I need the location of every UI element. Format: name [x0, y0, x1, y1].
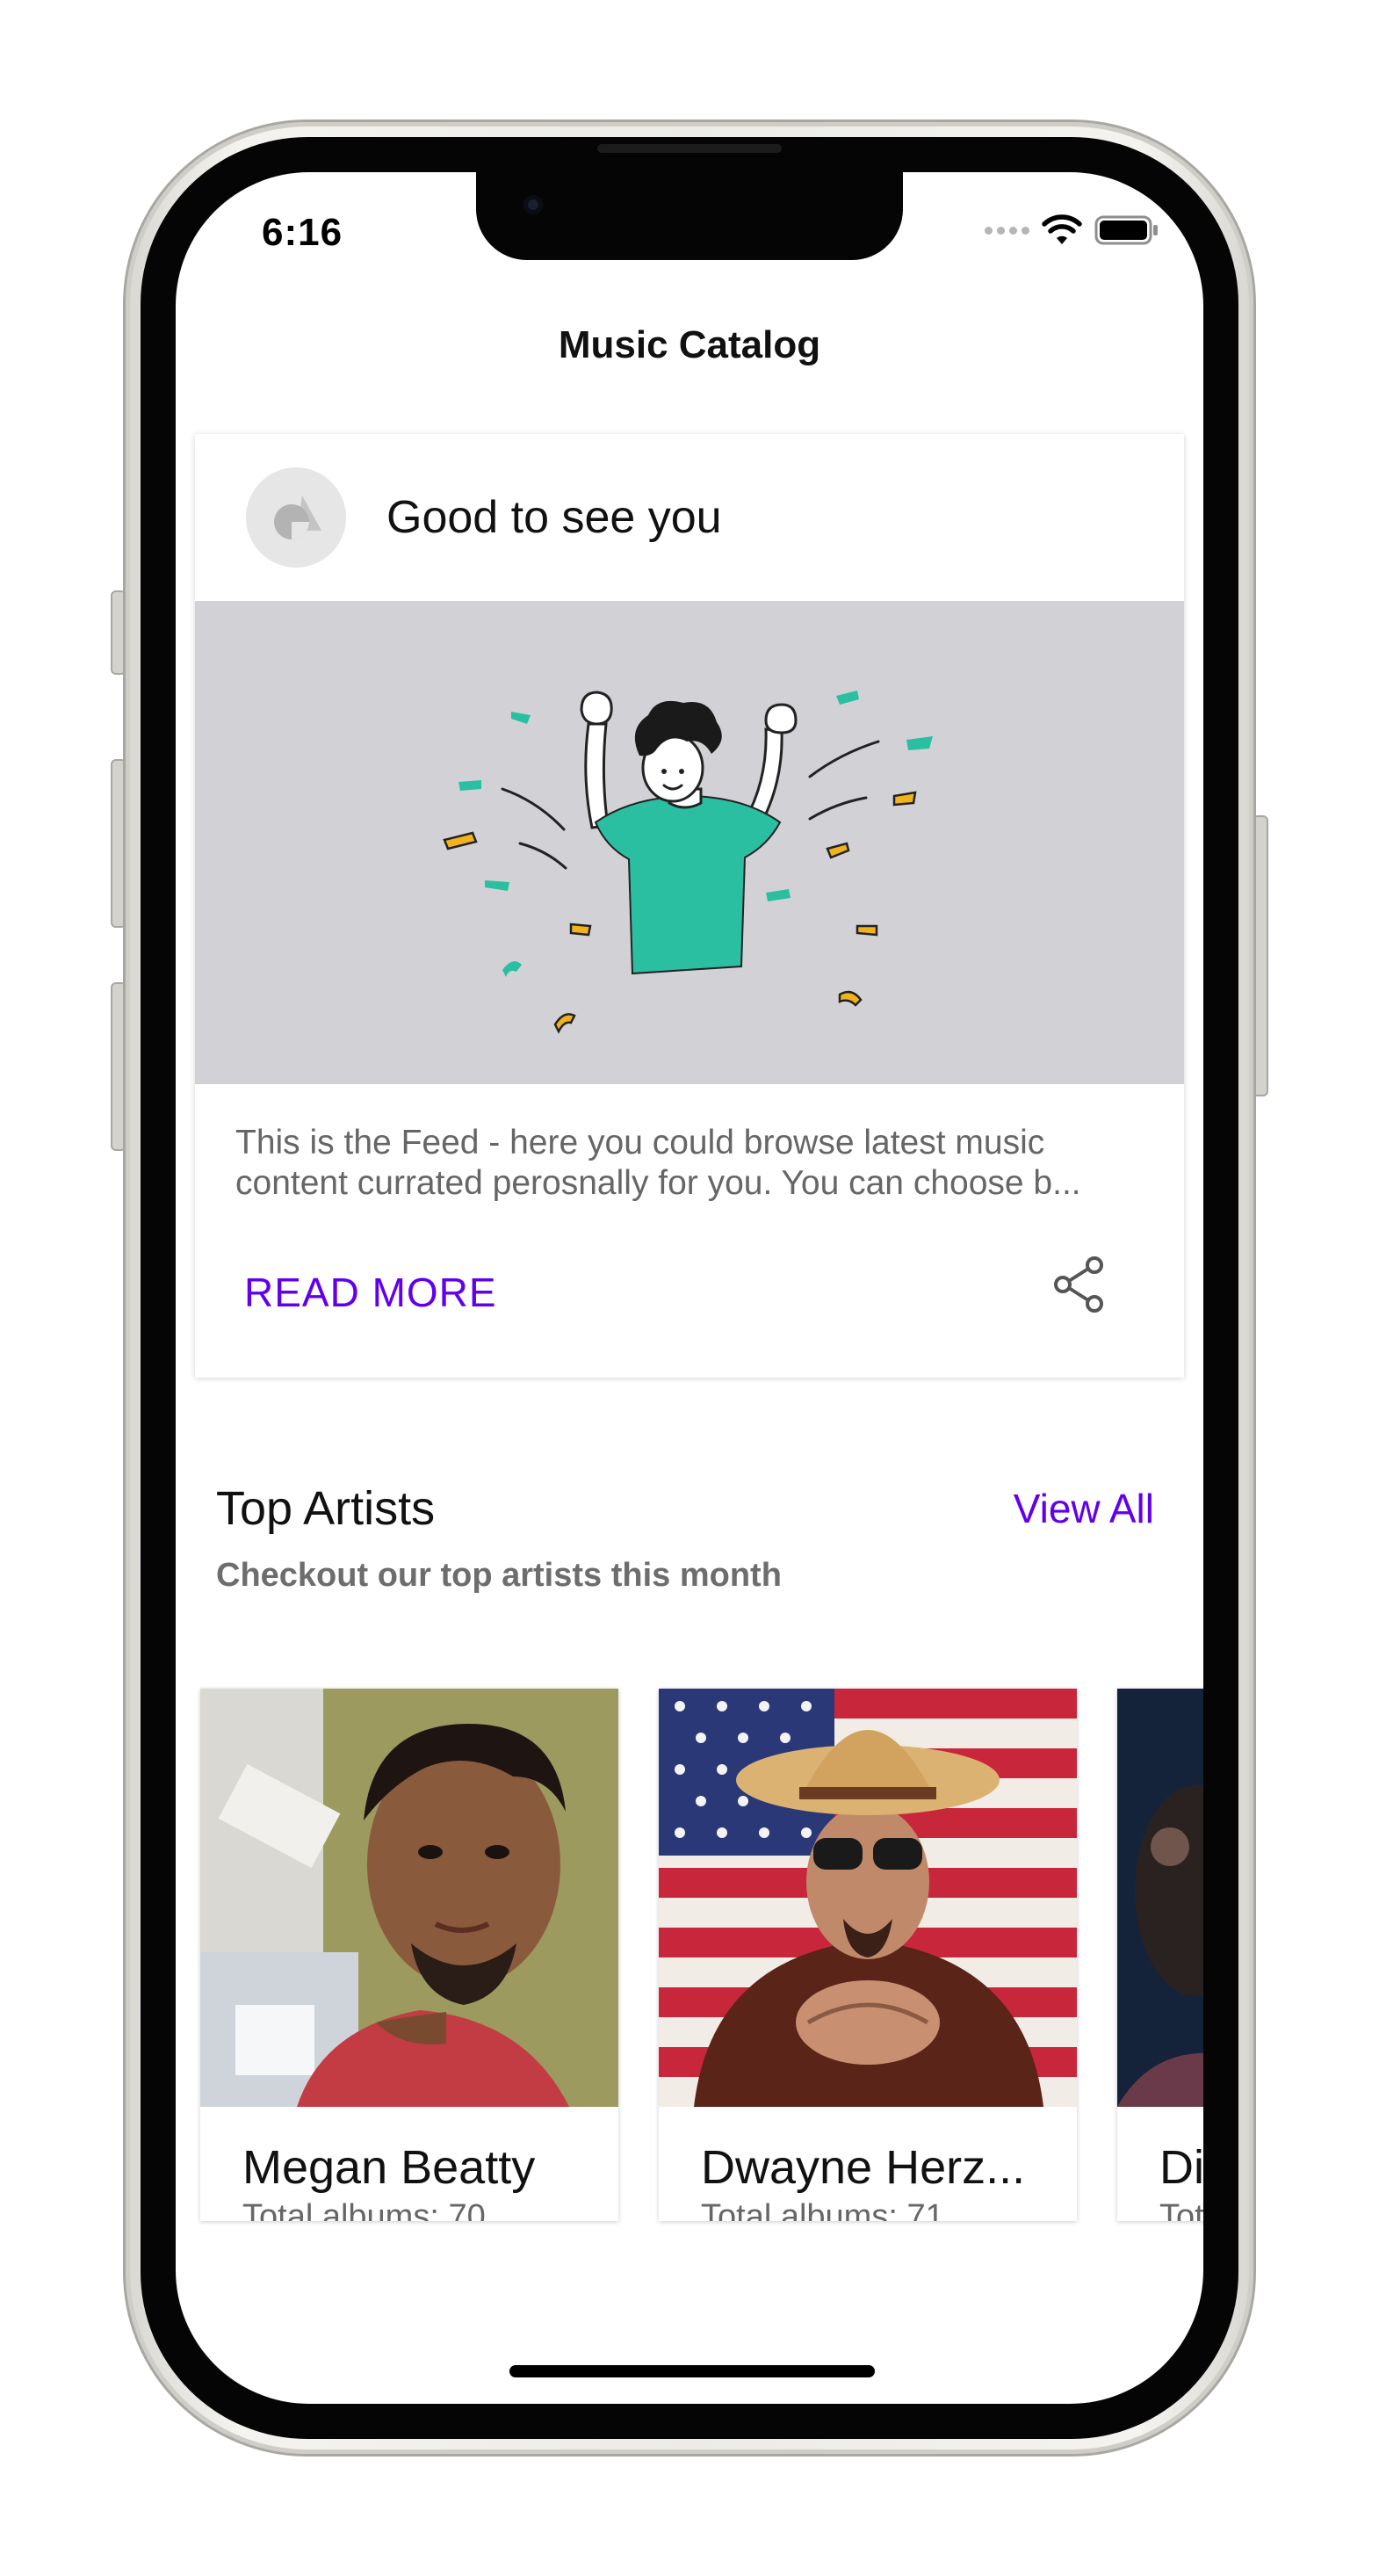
card-actions: READ MORE — [195, 1242, 1184, 1374]
earpiece-speaker — [597, 144, 782, 153]
artist-info: Di Tot — [1117, 2107, 1203, 2221]
top-artists-title: Top Artists — [216, 1482, 436, 1535]
share-icon[interactable] — [1050, 1255, 1107, 1314]
wifi-icon — [1042, 214, 1082, 244]
artist-info: Dwayne Herz... Total albums: 71 — [659, 2107, 1077, 2221]
artist-info: Megan Beatty Total albums: 70 — [200, 2107, 618, 2221]
nav-title: Music Catalog — [558, 323, 821, 366]
notch — [476, 172, 903, 260]
artist-name: Dwayne Herz... — [701, 2141, 1026, 2194]
avatar — [246, 467, 346, 568]
app-screen: 6:16 Music Catalog Good to see you This … — [176, 172, 1203, 2404]
artist-album-count: Tot — [1159, 2198, 1203, 2221]
artist-photo — [659, 1689, 1077, 2107]
shapes-logo-icon — [274, 496, 321, 539]
artist-card[interactable]: Di Tot — [1117, 1689, 1203, 2221]
artist-album-count: Total albums: 71 — [701, 2198, 944, 2221]
card-illustration — [195, 601, 1184, 1084]
artist-name: Megan Beatty — [242, 2141, 536, 2194]
read-more-button[interactable]: READ MORE — [244, 1269, 497, 1316]
front-camera — [523, 195, 543, 214]
artist-photo — [200, 1689, 618, 2107]
card-description-line-2: content currated perosnally for you. You… — [235, 1164, 1081, 1202]
artist-photo — [1117, 1689, 1203, 2107]
card-header: Good to see you — [195, 434, 1184, 601]
celebration-illustration — [443, 691, 933, 1034]
artist-card[interactable]: Dwayne Herz... Total albums: 71 — [659, 1689, 1077, 2221]
artist-carousel[interactable]: Megan Beatty Total albums: 70 Dwayne Her… — [200, 1689, 1203, 2225]
card-greeting: Good to see you — [386, 492, 722, 543]
artist-album-count: Total albums: 70 — [242, 2198, 486, 2221]
battery-icon — [1094, 215, 1158, 245]
top-artists-subtitle: Checkout our top artists this month — [216, 1557, 782, 1594]
status-icons — [985, 214, 1159, 246]
status-time: 6:16 — [262, 211, 343, 254]
feed-card[interactable]: Good to see you This is the Feed - here … — [195, 434, 1184, 1378]
artist-name: Di — [1159, 2141, 1203, 2194]
card-description: This is the Feed - here you could browse… — [195, 1084, 1184, 1242]
home-indicator[interactable] — [509, 2365, 875, 2377]
artist-card[interactable]: Megan Beatty Total albums: 70 — [200, 1689, 618, 2221]
cellular-dots-icon — [985, 226, 1029, 235]
card-description-line-1: This is the Feed - here you could browse… — [235, 1124, 1045, 1161]
view-all-link[interactable]: View All — [1014, 1485, 1154, 1532]
